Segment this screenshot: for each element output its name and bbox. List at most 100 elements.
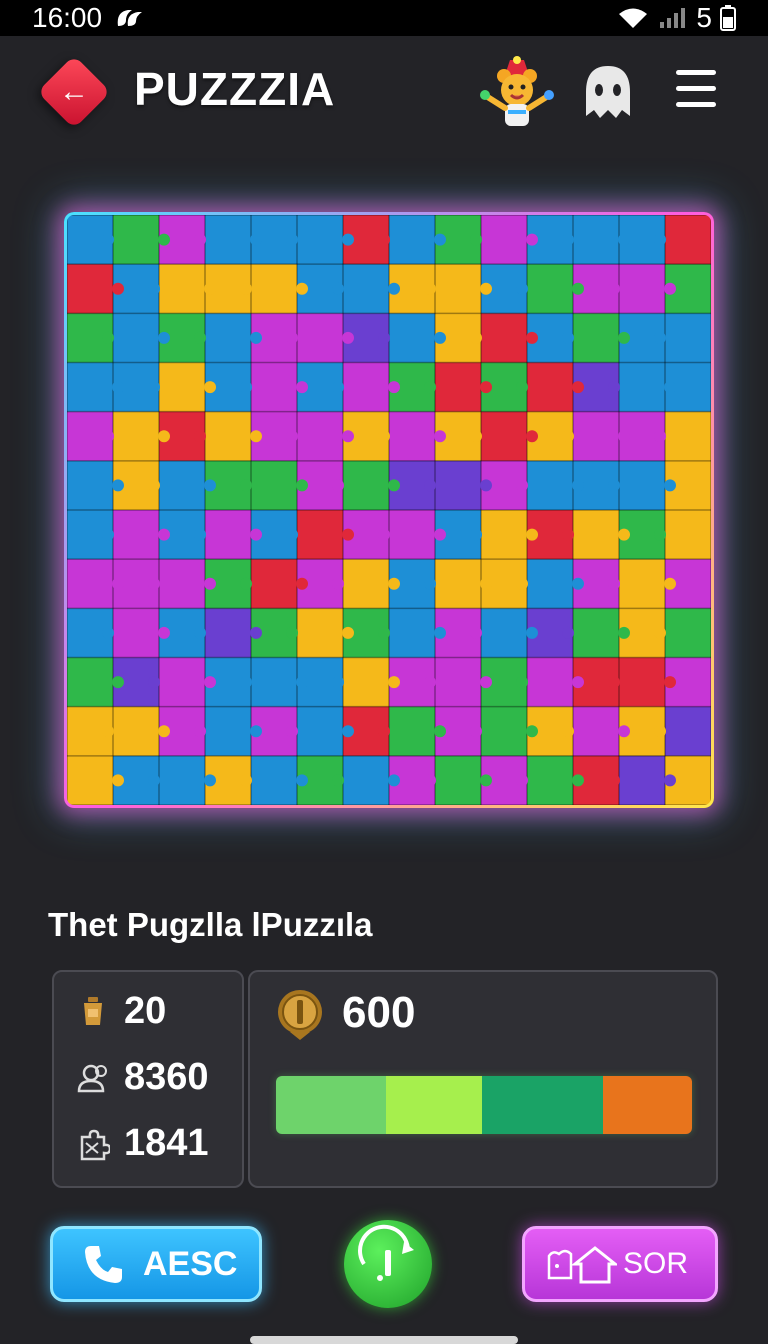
- puzzle-piece[interactable]: [159, 559, 206, 609]
- puzzle-piece[interactable]: [251, 755, 298, 805]
- puzzle-piece[interactable]: [665, 411, 711, 462]
- puzzle-piece[interactable]: [573, 215, 620, 265]
- puzzle-piece[interactable]: [573, 510, 620, 560]
- puzzle-piece[interactable]: [665, 608, 711, 658]
- puzzle-piece[interactable]: [343, 755, 390, 805]
- puzzle-piece[interactable]: [205, 706, 252, 757]
- puzzle-piece[interactable]: [67, 657, 114, 708]
- aesc-button[interactable]: AESC: [50, 1226, 262, 1302]
- puzzle-piece[interactable]: [251, 460, 298, 511]
- puzzle-piece[interactable]: [113, 510, 160, 560]
- puzzle-piece[interactable]: [527, 460, 574, 511]
- puzzle-piece[interactable]: [573, 706, 620, 757]
- puzzle-piece[interactable]: [205, 215, 252, 265]
- puzzle-piece[interactable]: [205, 411, 252, 462]
- puzzle-piece[interactable]: [619, 657, 666, 708]
- puzzle-piece[interactable]: [343, 559, 390, 609]
- piece-knob: [250, 430, 262, 443]
- puzzle-piece[interactable]: [481, 706, 528, 757]
- puzzle-piece[interactable]: [665, 706, 711, 757]
- puzzle-piece[interactable]: [527, 755, 574, 805]
- puzzle-piece[interactable]: [665, 313, 711, 363]
- mascot-avatar-icon[interactable]: [478, 56, 556, 130]
- puzzle-piece[interactable]: [435, 264, 482, 314]
- puzzle-board[interactable]: [64, 212, 714, 808]
- puzzle-piece[interactable]: [251, 657, 298, 708]
- puzzle-piece[interactable]: [619, 362, 666, 413]
- puzzle-piece[interactable]: [297, 313, 344, 363]
- puzzle-piece[interactable]: [67, 559, 114, 609]
- puzzle-piece[interactable]: [113, 706, 160, 757]
- puzzle-piece[interactable]: [159, 460, 206, 511]
- puzzle-piece[interactable]: [389, 411, 436, 462]
- puzzle-piece[interactable]: [665, 510, 711, 560]
- puzzle-piece[interactable]: [251, 264, 298, 314]
- puzzle-piece[interactable]: [113, 313, 160, 363]
- puzzle-piece[interactable]: [297, 215, 344, 265]
- puzzle-piece[interactable]: [573, 411, 620, 462]
- puzzle-piece[interactable]: [159, 264, 206, 314]
- piece-knob: [286, 725, 298, 738]
- puzzle-piece[interactable]: [527, 362, 574, 413]
- puzzle-piece[interactable]: [527, 264, 574, 314]
- puzzle-piece[interactable]: [113, 215, 160, 265]
- puzzle-piece[interactable]: [435, 559, 482, 609]
- puzzle-piece[interactable]: [573, 608, 620, 658]
- piece-knob: [572, 774, 584, 787]
- puzzle-piece[interactable]: [435, 460, 482, 511]
- puzzle-piece[interactable]: [297, 706, 344, 757]
- puzzle-piece[interactable]: [297, 411, 344, 462]
- trophy-icon: [84, 996, 102, 1025]
- back-button[interactable]: ←: [37, 55, 111, 129]
- puzzle-piece[interactable]: [297, 608, 344, 658]
- puzzle-piece[interactable]: [435, 362, 482, 413]
- puzzle-piece[interactable]: [113, 411, 160, 462]
- puzzle-piece[interactable]: [343, 264, 390, 314]
- puzzle-piece[interactable]: [619, 460, 666, 511]
- puzzle-piece[interactable]: [481, 215, 528, 265]
- puzzle-piece[interactable]: [527, 657, 574, 708]
- puzzle-piece[interactable]: [205, 608, 252, 658]
- puzzle-piece[interactable]: [159, 362, 206, 413]
- puzzle-piece[interactable]: [619, 755, 666, 805]
- puzzle-piece[interactable]: [573, 313, 620, 363]
- piece-knob: [296, 381, 308, 394]
- puzzle-piece[interactable]: [67, 362, 114, 413]
- puzzle-piece[interactable]: [67, 755, 114, 805]
- puzzle-piece[interactable]: [619, 264, 666, 314]
- puzzle-piece[interactable]: [159, 657, 206, 708]
- puzzle-piece[interactable]: [67, 460, 114, 511]
- sor-button[interactable]: SOR: [522, 1226, 718, 1302]
- puzzle-piece[interactable]: [481, 411, 528, 462]
- puzzle-piece[interactable]: [251, 362, 298, 413]
- puzzle-piece[interactable]: [389, 215, 436, 265]
- puzzle-piece[interactable]: [67, 264, 114, 314]
- puzzle-piece[interactable]: [619, 559, 666, 609]
- puzzle-piece[interactable]: [481, 510, 528, 560]
- puzzle-piece[interactable]: [527, 559, 574, 609]
- puzzle-piece[interactable]: [481, 313, 528, 363]
- puzzle-piece[interactable]: [205, 313, 252, 363]
- puzzle-grid[interactable]: [67, 215, 711, 805]
- puzzle-piece[interactable]: [251, 559, 298, 609]
- puzzle-piece[interactable]: [435, 755, 482, 805]
- puzzle-piece[interactable]: [159, 755, 206, 805]
- puzzle-piece[interactable]: [389, 608, 436, 658]
- puzzle-piece[interactable]: [435, 657, 482, 708]
- puzzle-piece[interactable]: [389, 313, 436, 363]
- puzzle-piece[interactable]: [481, 608, 528, 658]
- puzzle-piece[interactable]: [343, 657, 390, 708]
- puzzle-piece[interactable]: [297, 510, 344, 560]
- home-indicator[interactable]: [250, 1336, 518, 1344]
- puzzle-piece[interactable]: [343, 460, 390, 511]
- puzzle-piece[interactable]: [389, 510, 436, 560]
- puzzle-piece[interactable]: [205, 510, 252, 560]
- puzzle-piece[interactable]: [665, 215, 711, 265]
- puzzle-piece[interactable]: [343, 362, 390, 413]
- ghost-icon[interactable]: [582, 64, 634, 122]
- hamburger-menu-icon[interactable]: [676, 70, 716, 112]
- timer-button[interactable]: [344, 1220, 432, 1308]
- puzzle-piece[interactable]: [389, 706, 436, 757]
- piece-knob: [608, 479, 620, 492]
- puzzle-piece[interactable]: [113, 608, 160, 658]
